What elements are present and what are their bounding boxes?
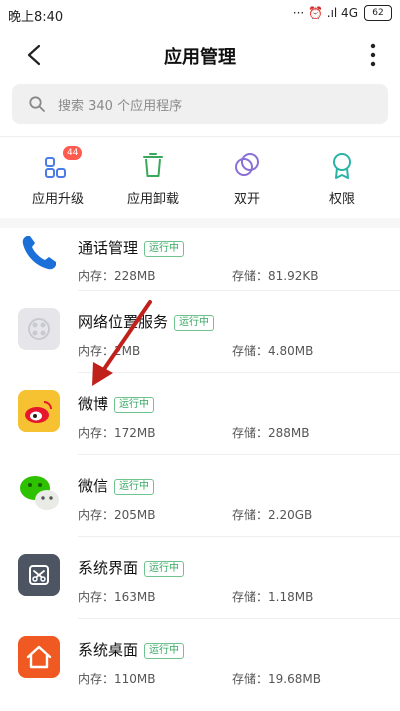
status-indicators: ··· ⏰ .ıl 4G 62 bbox=[293, 5, 392, 21]
app-name: 系统界面 运行中 bbox=[78, 557, 185, 578]
app-grid-icon: 44 bbox=[43, 146, 83, 180]
app-memory: 内存：2MB bbox=[78, 344, 141, 358]
app-storage: 存储：1.18MB bbox=[232, 590, 314, 604]
app-memory: 内存：228MB bbox=[78, 269, 156, 283]
update-count-badge: 44 bbox=[63, 146, 83, 160]
list-item[interactable]: 系统界面 运行中 内存：163MB 存储：1.18MB bbox=[0, 537, 400, 619]
battery-icon: 62 bbox=[364, 5, 392, 21]
app-memory: 内存：205MB bbox=[78, 508, 156, 522]
app-name: 网络位置服务 运行中 bbox=[78, 311, 215, 332]
page-title: 应用管理 bbox=[164, 47, 236, 68]
divider bbox=[0, 136, 400, 137]
quick-action-label: 应用升级 bbox=[31, 192, 84, 207]
quick-action-label: 权限 bbox=[328, 192, 355, 207]
quick-action-uninstall[interactable]: 应用卸载 bbox=[113, 150, 193, 207]
app-storage: 存储：4.80MB bbox=[232, 344, 314, 358]
wechat-icon bbox=[18, 471, 60, 513]
app-name: 微博 运行中 bbox=[78, 393, 155, 414]
trash-icon bbox=[138, 150, 168, 180]
quick-action-dual[interactable]: 双开 bbox=[207, 150, 287, 207]
badge-ribbon-icon bbox=[327, 150, 357, 180]
status-time: 晚上8:40 bbox=[8, 10, 64, 25]
app-name: 通话管理 运行中 bbox=[78, 237, 185, 258]
quick-actions: 44 应用升级 应用卸载 双开 权限 bbox=[0, 140, 400, 216]
search-input[interactable]: 搜索 340 个应用程序 bbox=[12, 84, 388, 124]
status-badge: 运行中 bbox=[144, 241, 185, 257]
quick-action-label: 双开 bbox=[233, 192, 260, 207]
weibo-icon bbox=[18, 390, 60, 432]
app-storage: 存储：288MB bbox=[232, 426, 310, 440]
app-memory: 内存：110MB bbox=[78, 672, 156, 686]
list-item[interactable]: 网络位置服务 运行中 内存：2MB 存储：4.80MB bbox=[0, 291, 400, 373]
app-memory: 内存：163MB bbox=[78, 590, 156, 604]
list-item[interactable]: 微信 运行中 内存：205MB 存储：2.20GB bbox=[0, 455, 400, 537]
app-header: 应用管理 bbox=[0, 28, 400, 84]
status-badge: 运行中 bbox=[174, 315, 215, 331]
quick-action-upgrade[interactable]: 44 应用升级 bbox=[18, 146, 98, 207]
network-location-icon bbox=[18, 308, 60, 350]
app-list: 通话管理 运行中 内存：228MB 存储：81.92KB 网络位置服务 运行中 内存… bbox=[0, 210, 400, 711]
search-icon bbox=[29, 96, 45, 112]
app-storage: 存储：2.20GB bbox=[232, 508, 313, 522]
list-item[interactable]: 系统桌面 运行中 内存：110MB 存储：19.68MB bbox=[0, 619, 400, 701]
home-icon bbox=[18, 636, 60, 678]
system-ui-icon bbox=[18, 554, 60, 596]
quick-action-label: 应用卸载 bbox=[126, 192, 179, 207]
quick-action-permissions[interactable]: 权限 bbox=[302, 150, 382, 207]
status-badge: 运行中 bbox=[144, 561, 185, 577]
phone-icon bbox=[18, 232, 60, 274]
status-badge: 运行中 bbox=[144, 643, 185, 659]
app-storage: 存储：19.68MB bbox=[232, 672, 321, 686]
signal-indicators: ··· ⏰ .ıl 4G bbox=[292, 6, 358, 20]
status-badge: 运行中 bbox=[114, 479, 155, 495]
status-bar: 晚上8:40 ··· ⏰ .ıl 4G 62 bbox=[0, 0, 400, 28]
app-name: 系统桌面 运行中 bbox=[78, 639, 185, 660]
app-storage: 存储：81.92KB bbox=[232, 269, 319, 283]
app-memory: 内存：172MB bbox=[78, 426, 156, 440]
status-badge: 运行中 bbox=[114, 397, 155, 413]
more-options-icon[interactable] bbox=[368, 42, 378, 68]
app-name: 微信 运行中 bbox=[78, 475, 155, 496]
list-item[interactable]: 微博 运行中 内存：172MB 存储：288MB bbox=[0, 373, 400, 455]
dual-circle-icon bbox=[232, 150, 262, 180]
search-placeholder: 搜索 340 个应用程序 bbox=[58, 99, 183, 114]
